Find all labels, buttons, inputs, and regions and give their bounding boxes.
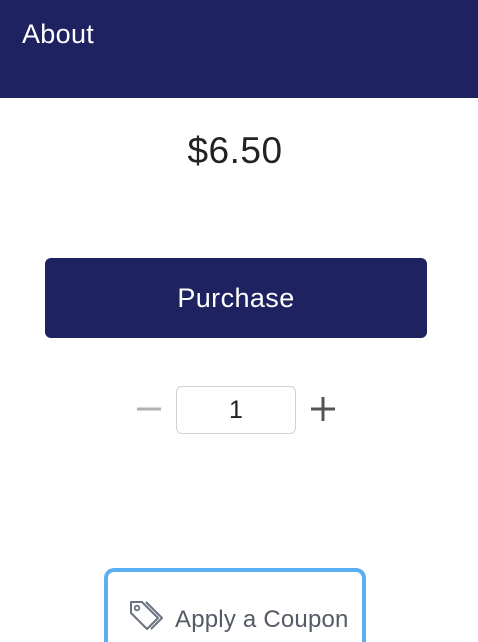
tags-icon	[130, 601, 163, 630]
quantity-input[interactable]	[176, 386, 296, 434]
apply-coupon-button[interactable]: Apply a Coupon	[104, 568, 366, 642]
app-header: About	[0, 0, 478, 98]
coupon-label: Apply a Coupon	[175, 606, 349, 633]
header-title: About	[22, 19, 95, 49]
minus-icon	[137, 407, 161, 411]
purchase-button[interactable]: Purchase	[45, 258, 427, 338]
price-label: $6.50	[187, 130, 283, 171]
decrement-button[interactable]	[131, 391, 167, 427]
plus-icon	[311, 397, 335, 421]
increment-button[interactable]	[305, 391, 341, 427]
